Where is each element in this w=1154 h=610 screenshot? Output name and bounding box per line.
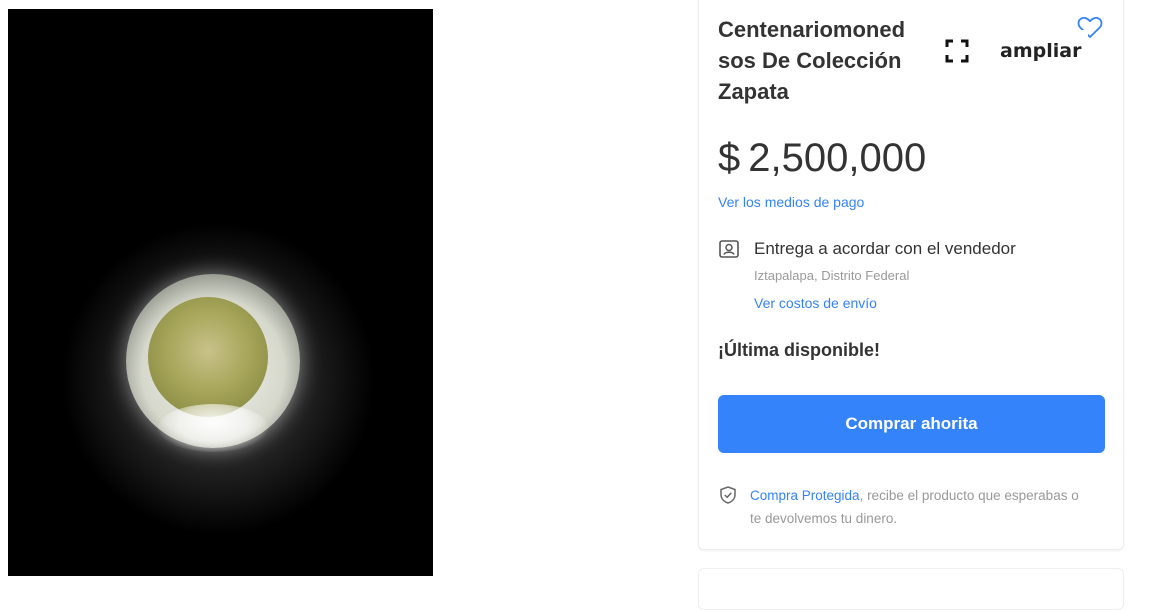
shield-check-icon	[720, 486, 736, 504]
protection-text: Compra Protegida, recibe el producto que…	[750, 484, 1090, 530]
protected-purchase-link[interactable]: Compra Protegida	[750, 488, 860, 503]
payment-methods-link[interactable]: Ver los medios de pago	[718, 194, 864, 210]
expand-icon	[945, 39, 969, 63]
product-photo[interactable]	[8, 9, 433, 576]
coin-reflection	[158, 404, 268, 452]
coin-center	[148, 297, 268, 417]
shipping-costs-link[interactable]: Ver costos de envío	[754, 295, 877, 311]
buy-now-button[interactable]: Comprar ahorita	[718, 395, 1105, 453]
next-card	[698, 568, 1124, 610]
shipping-title: Entrega a acordar con el vendedor	[754, 239, 1016, 258]
expand-label: ampliar	[1000, 40, 1082, 62]
shipping-location: Iztapalapa, Distrito Federal	[754, 268, 910, 283]
price: $2,500,000	[718, 136, 926, 181]
user-card-icon	[719, 240, 739, 258]
title-line: Zapata	[718, 79, 789, 104]
expand-overlay-button[interactable]: ampliar	[938, 30, 1088, 72]
price-amount: 2,500,000	[748, 136, 927, 180]
price-currency: $	[718, 136, 741, 180]
stock-status: ¡Última disponible!	[718, 340, 880, 360]
